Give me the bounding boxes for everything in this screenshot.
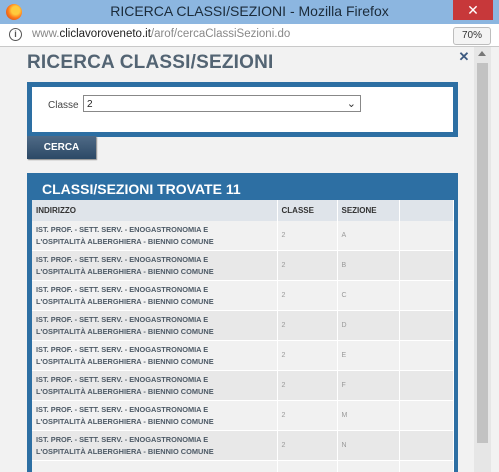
cell-indirizzo: IST. PROF. - SETT. SERV. - ENOGASTRONOMI… xyxy=(32,280,278,311)
window-title: RICERCA CLASSI/SEZIONI - Mozilla Firefox xyxy=(110,3,389,19)
column-header-actions xyxy=(399,200,454,221)
column-header-indirizzo[interactable]: INDIRIZZO xyxy=(32,200,278,221)
cell-classe: 2 xyxy=(277,340,338,371)
indirizzo-line-1: IST. PROF. - SETT. SERV. - ENOGASTRONOMI… xyxy=(36,314,209,324)
indirizzo-line-1: IST. PROF. - SETT. SERV. - ENOGASTRONOMI… xyxy=(36,374,209,384)
info-icon[interactable]: i xyxy=(9,28,22,41)
cell-action[interactable] xyxy=(399,250,454,281)
cell-action[interactable] xyxy=(399,221,454,251)
indirizzo-line-2: L'OSPITALITÀ ALBERGHIERA - BIENNIO COMUN… xyxy=(36,386,214,396)
cell-indirizzo: IST. PROF. - SETT. SERV. - ENOGASTRONOMI… xyxy=(32,310,278,341)
results-title: CLASSI/SEZIONI TROVATE 11 xyxy=(42,181,241,197)
indirizzo-line-2: L'OSPITALITÀ ALBERGHIERA - BIENNIO COMUN… xyxy=(36,236,214,246)
classe-select-value: 2 xyxy=(87,99,93,110)
cell-sezione: B xyxy=(337,250,400,281)
indirizzo-line-2: L'OSPITALITÀ ALBERGHIERA - BIENNIO COMUN… xyxy=(36,416,214,426)
url-prefix: www. xyxy=(32,28,60,40)
column-header-sezione[interactable]: SEZIONE xyxy=(337,200,400,221)
url-bar[interactable]: i www.cliclavoroveneto.it/arof/cercaClas… xyxy=(0,24,499,47)
column-header-classe[interactable]: CLASSE xyxy=(277,200,338,221)
indirizzo-line-1: IST. PROF. - SETT. SERV. - ENOGASTRONOMI… xyxy=(36,224,209,234)
table-row[interactable]: IST. PROF. - SETT. SERV. - ENOGASTRONOMI… xyxy=(32,221,454,251)
cell-indirizzo: IST. PROF. - SETT. SERV. - ENOGASTRONOMI… xyxy=(32,460,278,472)
indirizzo-line-1: IST. PROF. - SETT. SERV. - ENOGASTRONOMI… xyxy=(36,254,209,264)
results-table: INDIRIZZO CLASSE SEZIONE IST. PROF. - SE… xyxy=(32,200,454,472)
results-panel: CLASSI/SEZIONI TROVATE 11 INDIRIZZO CLAS… xyxy=(27,173,458,472)
indirizzo-line-2: L'OSPITALITÀ ALBERGHIERA - BIENNIO COMUN… xyxy=(36,326,214,336)
table-row[interactable]: IST. PROF. - SETT. SERV. - ENOGASTRONOMI… xyxy=(32,400,454,431)
table-row[interactable]: IST. PROF. - SETT. SERV. - ENOGASTRONOMI… xyxy=(32,430,454,461)
cell-action[interactable] xyxy=(399,370,454,401)
indirizzo-line-2: L'OSPITALITÀ ALBERGHIERA - BIENNIO COMUN… xyxy=(36,446,214,456)
cell-indirizzo: IST. PROF. - SETT. SERV. - ENOGASTRONOMI… xyxy=(32,340,278,371)
cell-action[interactable] xyxy=(399,430,454,461)
zoom-level-button[interactable]: 70% xyxy=(453,27,491,45)
cell-action[interactable] xyxy=(399,400,454,431)
indirizzo-line-2: L'OSPITALITÀ ALBERGHIERA - BIENNIO COMUN… xyxy=(36,356,214,366)
cell-sezione: A xyxy=(337,221,400,251)
cell-indirizzo: IST. PROF. - SETT. SERV. - ENOGASTRONOMI… xyxy=(32,370,278,401)
cell-sezione: C xyxy=(337,280,400,311)
cell-classe: 2 xyxy=(277,370,338,401)
cell-action[interactable] xyxy=(399,280,454,311)
indirizzo-line-1: IST. PROF. - SETT. SERV. - ENOGASTRONOMI… xyxy=(36,284,209,294)
url-host: cliclavoroveneto.it xyxy=(59,28,151,40)
classe-label: Classe xyxy=(48,100,79,111)
cell-sezione: F xyxy=(337,370,400,401)
table-row[interactable]: IST. PROF. - SETT. SERV. - ENOGASTRONOMI… xyxy=(32,340,454,371)
window-close-button[interactable]: ✕ xyxy=(453,0,493,20)
cell-action[interactable] xyxy=(399,340,454,371)
cell-classe: 2 xyxy=(277,221,338,251)
indirizzo-line-2: L'OSPITALITÀ ALBERGHIERA - BIENNIO COMUN… xyxy=(36,266,214,276)
scroll-up-icon[interactable] xyxy=(478,51,486,56)
cell-indirizzo: IST. PROF. - SETT. SERV. - ENOGASTRONOMI… xyxy=(32,430,278,461)
table-row[interactable]: IST. PROF. - SETT. SERV. - ENOGASTRONOMI… xyxy=(32,460,454,472)
indirizzo-line-1: IST. PROF. - SETT. SERV. - ENOGASTRONOMI… xyxy=(36,434,209,444)
table-row[interactable]: IST. PROF. - SETT. SERV. - ENOGASTRONOMI… xyxy=(32,310,454,341)
indirizzo-line-1: IST. PROF. - SETT. SERV. - ENOGASTRONOMI… xyxy=(36,404,209,414)
cell-indirizzo: IST. PROF. - SETT. SERV. - ENOGASTRONOMI… xyxy=(32,400,278,431)
cell-classe: 2 xyxy=(277,430,338,461)
table-row[interactable]: IST. PROF. - SETT. SERV. - ENOGASTRONOMI… xyxy=(32,370,454,401)
cell-action[interactable] xyxy=(399,460,454,472)
classe-select[interactable]: 2 ⌄ xyxy=(83,95,361,112)
window-titlebar: RICERCA CLASSI/SEZIONI - Mozilla Firefox… xyxy=(0,0,499,24)
cell-classe: 2 xyxy=(277,250,338,281)
vertical-scrollbar[interactable] xyxy=(474,47,491,472)
cell-classe: 2 xyxy=(277,400,338,431)
cell-sezione: D xyxy=(337,310,400,341)
cell-classe: 2 xyxy=(277,280,338,311)
url-text[interactable]: www.cliclavoroveneto.it/arof/cercaClassi… xyxy=(32,28,290,40)
indirizzo-line-1: IST. PROF. - SETT. SERV. - ENOGASTRONOMI… xyxy=(36,344,209,354)
search-panel: Classe 2 ⌄ xyxy=(27,82,458,137)
cell-sezione xyxy=(337,460,400,472)
scrollbar-thumb[interactable] xyxy=(477,63,488,443)
indirizzo-line-2: L'OSPITALITÀ ALBERGHIERA - BIENNIO COMUN… xyxy=(36,296,214,306)
cell-indirizzo: IST. PROF. - SETT. SERV. - ENOGASTRONOMI… xyxy=(32,221,278,251)
search-button[interactable]: CERCA xyxy=(27,136,96,159)
chevron-down-icon: ⌄ xyxy=(346,98,356,110)
url-path: /arof/cercaClassiSezioni.do xyxy=(150,28,291,40)
cell-classe: 2 xyxy=(277,310,338,341)
cell-action[interactable] xyxy=(399,310,454,341)
table-header-row: INDIRIZZO CLASSE SEZIONE xyxy=(32,200,454,221)
close-icon[interactable]: ✕ xyxy=(458,50,470,63)
cell-sezione: M xyxy=(337,400,400,431)
cell-sezione: N xyxy=(337,430,400,461)
cell-classe xyxy=(277,460,338,472)
page-title: RICERCA CLASSI/SEZIONI xyxy=(27,52,274,73)
page-content: RICERCA CLASSI/SEZIONI ✕ Classe 2 ⌄ CERC… xyxy=(0,47,499,472)
table-row[interactable]: IST. PROF. - SETT. SERV. - ENOGASTRONOMI… xyxy=(32,250,454,281)
cell-sezione: E xyxy=(337,340,400,371)
cell-indirizzo: IST. PROF. - SETT. SERV. - ENOGASTRONOMI… xyxy=(32,250,278,281)
table-row[interactable]: IST. PROF. - SETT. SERV. - ENOGASTRONOMI… xyxy=(32,280,454,311)
